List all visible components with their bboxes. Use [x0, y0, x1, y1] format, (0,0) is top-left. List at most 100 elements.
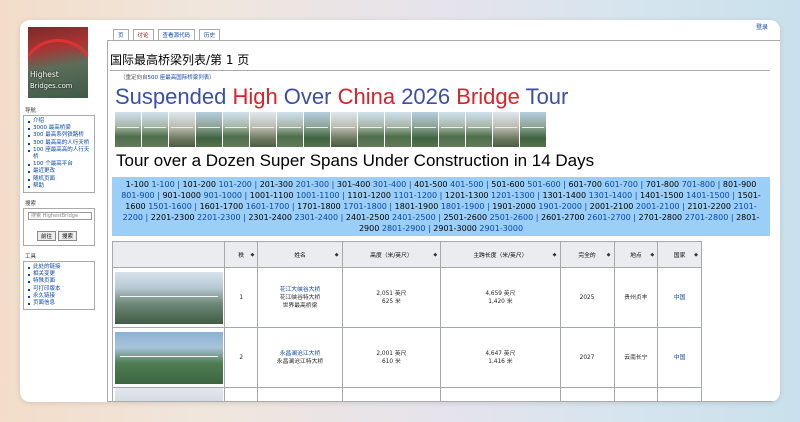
tab-history[interactable]: 历史: [199, 29, 221, 40]
column-header[interactable]: 国家 ◆: [657, 241, 702, 268]
page-tabs: 页 讨论 查看源代码 历史: [113, 29, 221, 40]
go-button[interactable]: 前往: [37, 231, 57, 242]
sort-icon[interactable]: ◆: [650, 252, 654, 258]
sidebar-nav-item[interactable]: 帮助: [28, 183, 92, 190]
redirect-link[interactable]: 500 座最高国际桥梁列表: [148, 75, 210, 81]
sort-icon[interactable]: ◆: [335, 252, 339, 258]
bridge-image[interactable]: [114, 388, 223, 401]
page-range-link[interactable]: 1301-1400: [589, 191, 633, 200]
banner-word: Suspended: [115, 84, 233, 109]
bridge-photo: [358, 112, 385, 147]
page-range-link[interactable]: 2301-2400: [295, 213, 339, 222]
bridge-name-link[interactable]: 花江大峡谷大桥: [258, 286, 341, 294]
page-range-current: 1801-1900: [394, 202, 439, 211]
sidebar-nav-item[interactable]: 300 最高系列铁路桥: [28, 132, 92, 139]
bridge-photo: [493, 112, 520, 147]
site-logo[interactable]: Highest Bridges.com: [28, 27, 88, 98]
search-input[interactable]: 搜索 HighestBridge: [28, 212, 92, 221]
column-header[interactable]: 姓名 ◆: [257, 241, 343, 268]
column-header[interactable]: 高度（米/英尺） ◆: [341, 241, 442, 268]
column-header[interactable]: 地点 ◆: [613, 241, 659, 268]
page-range-link[interactable]: 101-200: [218, 180, 251, 189]
column-header[interactable]: 主跨长度（米/英尺） ◆: [440, 241, 561, 268]
main-content: 国际最高桥梁列表/第 1 页 （重定向自500 座最高国际桥梁列表） Suspe…: [107, 40, 780, 402]
page-range-current: 501-600: [491, 180, 525, 189]
page-range-link[interactable]: 2901-3000: [479, 224, 523, 233]
sidebar-nav-item[interactable]: 300 最高高的人行天桥: [28, 140, 92, 147]
column-header[interactable]: 秩 ◆: [223, 241, 259, 268]
page-range-link[interactable]: 701-800: [682, 180, 715, 189]
sidebar-tool-item[interactable]: 永久链接: [28, 293, 92, 300]
bridge-photo: [142, 112, 169, 147]
page-range-link[interactable]: 301-400: [373, 180, 406, 189]
page-range-link[interactable]: 801-900: [121, 191, 154, 200]
tour-subtitle[interactable]: Tour over a Dozen Super Spans Under Cons…: [116, 151, 780, 171]
page-range-link[interactable]: 1201-1300: [491, 191, 535, 200]
page-range-link[interactable]: 1401-1500: [686, 191, 730, 200]
country-link[interactable]: 中国: [674, 355, 686, 361]
page-range-link[interactable]: 1801-1900: [441, 202, 485, 211]
bridge-photo: [439, 112, 466, 147]
sidebar-nav-item[interactable]: 随机页面: [28, 176, 92, 183]
bridge-photo: [277, 112, 304, 147]
tools-heading: 工具: [25, 254, 37, 261]
tab-page[interactable]: 页: [113, 29, 129, 40]
page-range-link[interactable]: 2601-2700: [587, 213, 631, 222]
height-cell: 2,001 英尺 610 米: [341, 327, 442, 388]
table-cell: [257, 387, 343, 401]
page-range-link[interactable]: 2501-2600: [490, 213, 534, 222]
column-header[interactable]: 完全的 ◆: [559, 241, 615, 268]
page-range-link[interactable]: 1001-1100: [296, 191, 340, 200]
sort-icon[interactable]: ◆: [694, 252, 698, 258]
page-range-current: 2501-2600: [443, 213, 488, 222]
sort-icon[interactable]: ◆: [251, 252, 255, 258]
page-range-current: 2201-2300: [150, 213, 195, 222]
sidebar-tool-item[interactable]: 页面信息: [28, 300, 92, 307]
bridge-image[interactable]: [114, 331, 223, 384]
page-range-link[interactable]: 401-500: [450, 180, 483, 189]
sort-icon[interactable]: ◆: [607, 252, 611, 258]
page-range-link[interactable]: 2701-2800: [685, 213, 729, 222]
tools-box: 此处的链接 相关变更 特殊页面 可打印版本 永久链接 页面信息: [23, 261, 95, 311]
page-range-link[interactable]: 2201-2300: [197, 213, 241, 222]
page-range-current: 201-300: [259, 180, 294, 189]
page-range-link[interactable]: 601-700: [604, 180, 637, 189]
login-link[interactable]: 登录: [756, 22, 768, 31]
rank-cell: 2: [223, 327, 259, 388]
sidebar-nav-item[interactable]: 最近更改: [28, 168, 92, 175]
page-range-link[interactable]: 1101-1200: [394, 191, 438, 200]
bridge-image[interactable]: [114, 271, 223, 324]
country-link[interactable]: 中国: [674, 295, 686, 301]
bridge-image-cell: [112, 267, 225, 328]
page-range-link[interactable]: 1701-1800: [343, 202, 387, 211]
table-cell: [440, 387, 561, 401]
sidebar-tool-item[interactable]: 可打印版本: [28, 286, 92, 293]
page-range-link[interactable]: 901-1000: [204, 191, 243, 200]
sidebar-tool-item[interactable]: 特殊页面: [28, 278, 92, 285]
bridges-table: 秩 ◆ 姓名 ◆ 高度（米/英尺） ◆ 主跨长度（米/英尺） ◆ 完全的 ◆ 地点 ◆ 国家 ◆ 1 花江大…: [112, 241, 702, 401]
page-range-link[interactable]: 1601-1700: [246, 202, 290, 211]
page-range-link[interactable]: 2801-2900: [382, 224, 426, 233]
height-feet: 2,051 英尺: [376, 290, 407, 297]
sidebar-nav-item[interactable]: 100 座最高高的人行天桥: [28, 147, 92, 161]
page-range-link[interactable]: 2401-2500: [392, 213, 436, 222]
tab-discussion[interactable]: 讨论: [132, 29, 154, 40]
sort-icon[interactable]: ◆: [553, 252, 557, 258]
page-range-link[interactable]: 1501-1600: [148, 202, 192, 211]
tour-banner-title[interactable]: Suspended High Over China 2026 Bridge To…: [115, 84, 780, 110]
search-button[interactable]: 搜索: [58, 231, 78, 242]
bridge-name-link[interactable]: 永昌澜沧江大桥: [258, 350, 341, 358]
banner-word: China: [337, 84, 402, 109]
page-range-link[interactable]: 1901-2000: [538, 202, 582, 211]
column-header[interactable]: [112, 241, 225, 268]
tour-photo-strip[interactable]: [115, 112, 780, 147]
page-range-link[interactable]: 501-600: [527, 180, 560, 189]
tab-view-source[interactable]: 查看源代码: [157, 29, 196, 40]
sort-icon[interactable]: ◆: [433, 252, 437, 258]
redirect-note: （重定向自500 座最高国际桥梁列表）: [120, 73, 780, 81]
banner-word: 2026: [401, 84, 457, 109]
page-range-link[interactable]: 2001-2100: [636, 202, 680, 211]
page-range-link[interactable]: 201-300: [296, 180, 329, 189]
page-range-link[interactable]: 1-100: [151, 180, 174, 189]
banner-word: Over: [283, 84, 338, 109]
